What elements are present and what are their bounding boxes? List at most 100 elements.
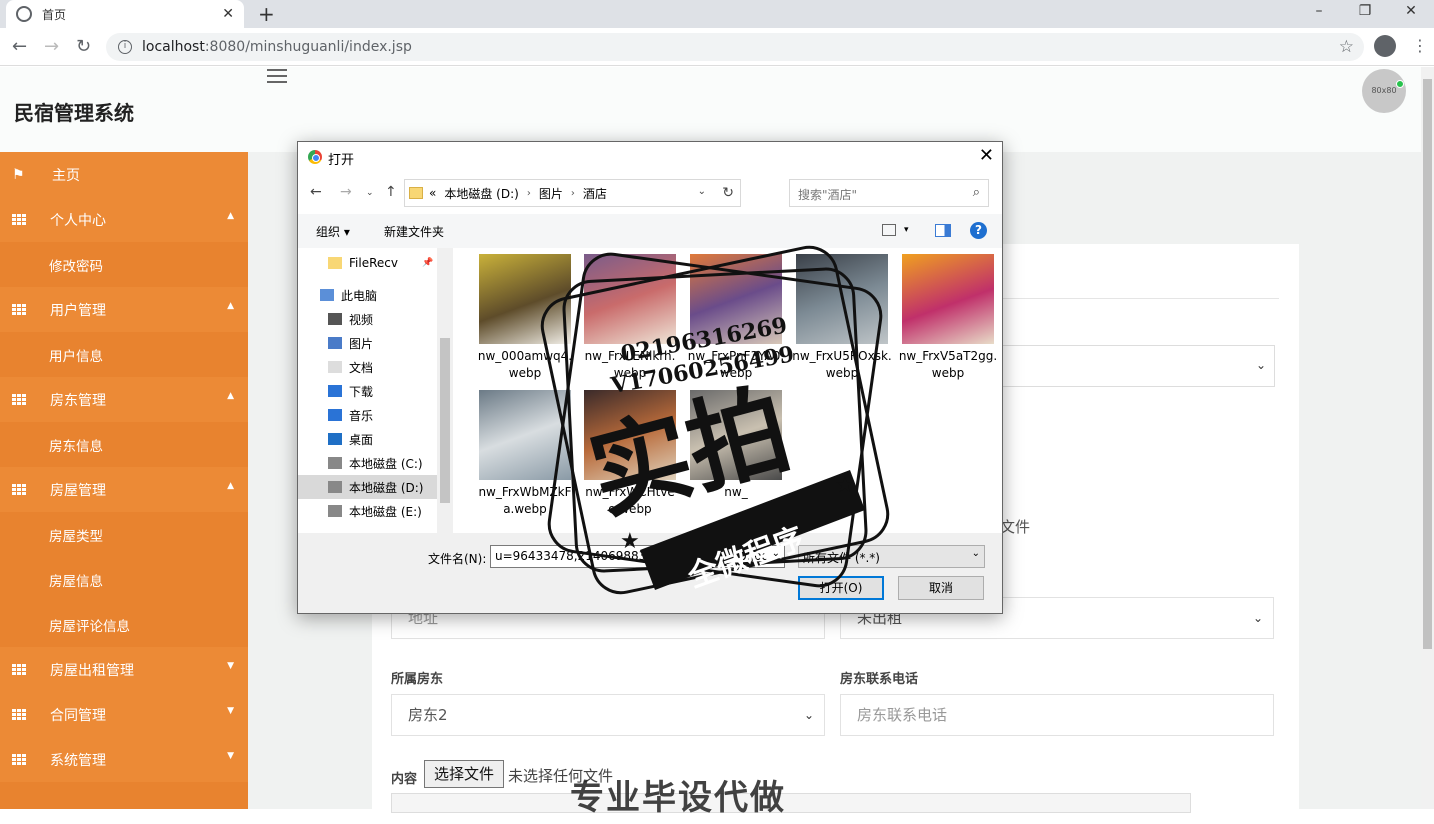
tree-item[interactable]: 本地磁盘 (C:) (298, 451, 437, 475)
sidebar-item[interactable]: 房屋信息 (0, 557, 248, 602)
address-bar[interactable]: i localhost:8080/minshuguanli/index.jsp … (106, 33, 1364, 61)
new-folder-button[interactable]: 新建文件夹 (384, 223, 444, 240)
breadcrumb-item[interactable]: 图片 (539, 185, 563, 202)
organize-button[interactable]: 组织 ▾ (316, 223, 350, 240)
cancel-button[interactable]: 取消 (898, 576, 984, 600)
file-name: nw_FrxU5ROxsk.webp (792, 349, 892, 380)
folder-icon (328, 257, 342, 269)
search-input[interactable]: 搜索"酒店" ⌕ (789, 179, 989, 207)
chevron-down-icon[interactable]: ⌄ (772, 548, 780, 559)
sidebar-item-label: 房屋评论信息 (49, 618, 130, 635)
file-item[interactable]: nw_FrxWbMZkFa.webp (475, 390, 575, 518)
sidebar-item[interactable]: 个人中心 ▲ (0, 197, 248, 242)
file-item[interactable]: nw_ (686, 390, 786, 501)
sidebar-item-label: 房屋管理 (50, 482, 106, 499)
menu-icon[interactable]: ⋮ (1412, 36, 1428, 55)
app-header: 民宿管理系统 80x80 (0, 67, 1421, 152)
scrollbar-thumb[interactable] (1423, 79, 1432, 649)
refresh-icon[interactable]: ↻ (722, 185, 734, 201)
chevron-down-icon[interactable]: ⌄ (366, 188, 374, 198)
sidebar-item[interactable]: 房屋管理 ▲ (0, 467, 248, 512)
choose-file-button[interactable]: 选择文件 (424, 760, 504, 788)
view-options-icon[interactable] (882, 224, 896, 236)
file-item[interactable]: nw_FrxLENlkrh.webp (580, 254, 680, 382)
phone-input[interactable]: 房东联系电话 (840, 694, 1274, 736)
sidebar-item[interactable]: 房东管理 ▲ (0, 377, 248, 422)
breadcrumb-overflow[interactable]: « (429, 186, 436, 200)
landlord-select[interactable]: 房东2 ⌄ (391, 694, 825, 736)
editor-toolbar[interactable] (391, 793, 1191, 813)
tree-item[interactable]: 桌面 (298, 427, 437, 451)
sidebar-item[interactable]: 房东信息 (0, 422, 248, 467)
sidebar-item[interactable]: 系统管理 ▼ (0, 737, 248, 782)
window-close-icon[interactable]: ✕ (1388, 0, 1434, 22)
reload-icon[interactable]: ↻ (76, 36, 91, 57)
tree-item[interactable]: 下载 (298, 379, 437, 403)
help-icon[interactable]: ? (970, 222, 987, 239)
back-icon[interactable]: ← (12, 36, 27, 57)
file-thumbnail (584, 254, 676, 344)
forward-icon[interactable]: → (44, 36, 59, 57)
sidebar-item[interactable]: 修改密码 (0, 242, 248, 287)
restore-icon[interactable]: ❐ (1342, 0, 1388, 22)
sidebar-item-label: 修改密码 (49, 258, 103, 275)
file-item[interactable]: nw_000amwq4.webp (475, 254, 575, 382)
tab-close-icon[interactable]: ✕ (222, 6, 234, 22)
file-item[interactable]: nw_FrxV5aT2gg.webp (898, 254, 998, 382)
file-item[interactable]: nw_FrxPnF3YA0.webp (686, 254, 786, 382)
tree-item-label: 图片 (349, 336, 374, 351)
close-icon[interactable]: ✕ (979, 145, 994, 166)
sidebar-item[interactable]: 用户信息 (0, 332, 248, 377)
caret-down-icon: ▼ (227, 706, 234, 716)
dialog-titlebar: 打开 ✕ (298, 142, 1002, 172)
sidebar-item[interactable]: 房屋类型 (0, 512, 248, 557)
tree-item[interactable]: 图片 (298, 331, 437, 355)
file-item[interactable]: nw_FrxU5ROxsk.webp (792, 254, 892, 382)
preview-pane-icon[interactable] (935, 224, 951, 237)
scrollbar-thumb[interactable] (440, 338, 450, 503)
caret-up-icon: ▲ (227, 211, 234, 221)
sidebar-item[interactable]: 房屋出租管理 ▼ (0, 647, 248, 692)
file-name: nw_FrxLENlkrh.webp (584, 349, 676, 380)
breadcrumb-item[interactable]: 酒店 (583, 185, 607, 202)
pin-icon[interactable]: 📌 (422, 258, 433, 268)
profile-icon[interactable] (1374, 35, 1396, 57)
tree-scrollbar[interactable] (437, 248, 453, 533)
tree-item-label: 本地磁盘 (C:) (349, 456, 423, 471)
file-item[interactable]: nw_FrxWCHtveo.webp (580, 390, 680, 518)
breadcrumb-item[interactable]: 本地磁盘 (D:) (444, 185, 518, 202)
type-select[interactable]: ⌄ (1002, 345, 1275, 387)
info-icon[interactable]: i (118, 40, 132, 54)
chevron-down-icon[interactable]: ⌄ (698, 186, 706, 197)
filetype-select[interactable]: 所有文件 (*.*) ⌄ (798, 545, 985, 568)
tree-item[interactable]: FileRecv 📌 (298, 251, 437, 275)
tree-item[interactable]: 视频 (298, 307, 437, 331)
hamburger-icon[interactable] (267, 69, 287, 87)
browser-tab[interactable]: 首页 ✕ (6, 0, 244, 28)
tree-item[interactable]: 本地磁盘 (D:) (298, 475, 437, 499)
up-icon[interactable]: ↑ (385, 184, 397, 200)
forward-icon[interactable]: → (340, 184, 352, 200)
tree-item-label: 下载 (349, 384, 374, 399)
tree-item[interactable]: 本地磁盘 (E:) (298, 499, 437, 523)
open-button[interactable]: 打开(O) (798, 576, 884, 600)
content-label: 内容 (391, 772, 418, 787)
tree-item[interactable]: 此电脑 (298, 283, 437, 307)
chevron-down-icon: ⌄ (971, 548, 980, 559)
star-icon[interactable]: ☆ (1339, 37, 1354, 57)
sidebar-item[interactable]: 房屋评论信息 (0, 602, 248, 647)
path-breadcrumb[interactable]: « 本地磁盘 (D:) › 图片 › 酒店 ⌄ ↻ (404, 179, 741, 207)
new-tab-icon[interactable]: + (258, 2, 275, 26)
tree-item[interactable]: 文档 (298, 355, 437, 379)
sidebar-item[interactable]: ⚑ 主页 (0, 152, 248, 197)
chevron-down-icon: ⌄ (1255, 358, 1266, 372)
sidebar-item[interactable]: 用户管理 ▲ (0, 287, 248, 332)
page-scrollbar[interactable] (1421, 67, 1434, 809)
sidebar-item[interactable]: 合同管理 ▼ (0, 692, 248, 737)
chevron-down-icon[interactable]: ▾ (904, 225, 909, 235)
minimize-icon[interactable]: – (1296, 0, 1342, 22)
filename-input[interactable]: u=96433478,2140698832&fm=15&gp=0.jpg ⌄ (490, 545, 785, 568)
tree-item[interactable]: 音乐 (298, 403, 437, 427)
avatar[interactable]: 80x80 (1362, 69, 1406, 113)
back-icon[interactable]: ← (310, 184, 322, 200)
